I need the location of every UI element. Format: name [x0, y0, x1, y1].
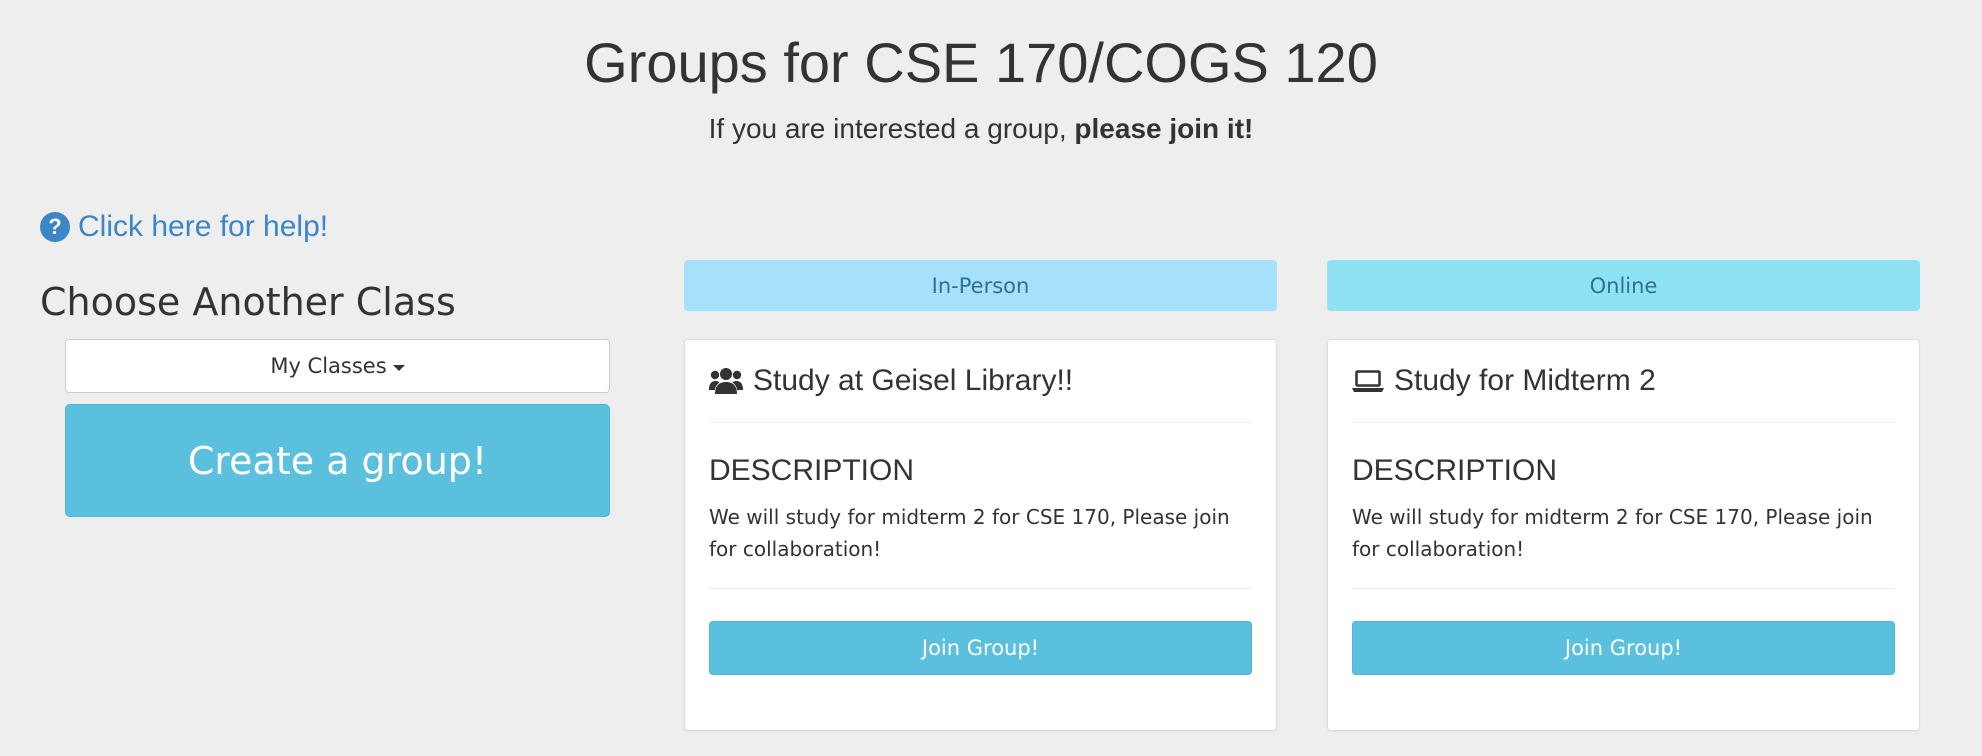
question-circle-icon: ?	[40, 212, 70, 242]
choose-class-heading: Choose Another Class	[40, 280, 456, 324]
description-heading: DESCRIPTION	[709, 454, 915, 487]
my-classes-label: My Classes	[270, 354, 387, 378]
group-description: We will study for midterm 2 for CSE 170,…	[1352, 505, 1873, 561]
page-title: Groups for CSE 170/COGS 120	[584, 31, 1378, 94]
group-card: Study at Geisel Library!! DESCRIPTION We…	[684, 339, 1277, 731]
create-group-button[interactable]: Create a group!	[65, 404, 610, 517]
group-card-title: Study at Geisel Library!!	[709, 340, 1252, 422]
caret-down-icon	[392, 364, 405, 371]
my-classes-dropdown[interactable]: My Classes	[65, 339, 610, 393]
join-group-button[interactable]: Join Group!	[709, 621, 1252, 675]
subtitle-text: If you are interested a group,	[708, 113, 1075, 144]
group-card-title: Study for Midterm 2	[1352, 340, 1895, 422]
groups-page: Groups for CSE 170/COGS 120 If you are i…	[0, 0, 1982, 756]
join-group-button[interactable]: Join Group!	[1352, 621, 1895, 675]
group-description: We will study for midterm 2 for CSE 170,…	[709, 505, 1230, 561]
help-link[interactable]: ? Click here for help!	[40, 209, 328, 245]
group-title: Study for Midterm 2	[1394, 364, 1656, 397]
subtitle-emphasis: please join it!	[1074, 113, 1254, 144]
card-divider	[1352, 588, 1895, 589]
page-subtitle: If you are interested a group, please jo…	[0, 111, 1962, 147]
group-card: Study for Midterm 2 DESCRIPTION We will …	[1327, 339, 1920, 731]
group-column-in-person: In-Person Study at Geisel Library!! DESC…	[684, 260, 1277, 731]
card-divider	[1352, 422, 1895, 423]
group-type-header: Online	[1327, 260, 1920, 311]
card-divider	[709, 588, 1252, 589]
users-icon	[709, 368, 743, 394]
laptop-icon	[1352, 370, 1384, 392]
card-divider	[709, 422, 1252, 423]
group-column-online: Online Study for Midterm 2 DESCRIPTION W…	[1327, 260, 1920, 731]
group-title: Study at Geisel Library!!	[753, 364, 1074, 397]
description-heading: DESCRIPTION	[1352, 454, 1558, 487]
group-type-header: In-Person	[684, 260, 1277, 311]
help-link-label: Click here for help!	[78, 210, 329, 243]
